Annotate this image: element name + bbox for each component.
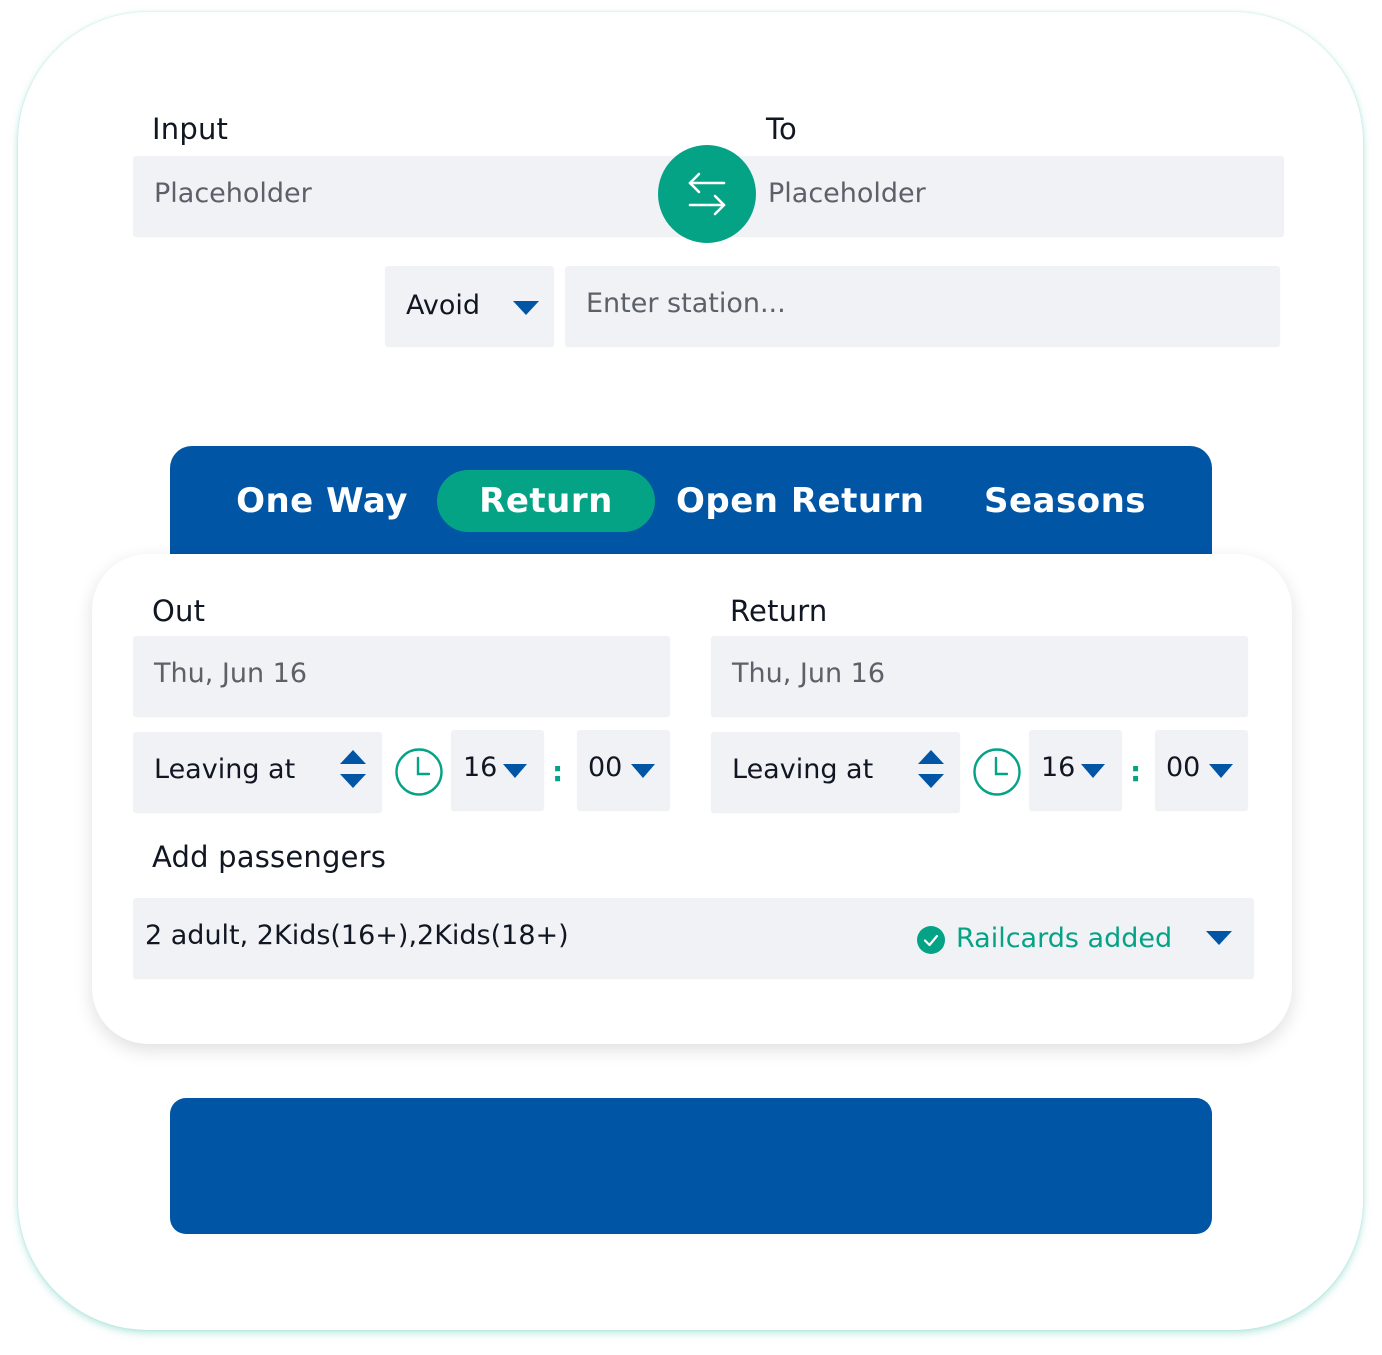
out-date-field[interactable]: Thu, Jun 16 xyxy=(133,636,670,716)
return-label: Return xyxy=(730,594,828,628)
tab-open-return[interactable]: Open Return xyxy=(676,470,924,532)
chevron-down-icon xyxy=(503,764,527,778)
out-minute: 00 xyxy=(588,752,623,783)
from-field[interactable]: Placeholder xyxy=(133,156,693,236)
station-placeholder: Enter station... xyxy=(586,288,786,319)
to-field[interactable]: Placeholder xyxy=(720,156,1284,236)
return-minute: 00 xyxy=(1166,752,1201,783)
chevron-down-icon xyxy=(1209,764,1233,778)
railcards-status: Railcards added xyxy=(956,923,1173,954)
chevron-down-icon xyxy=(1081,764,1105,778)
out-date: Thu, Jun 16 xyxy=(154,658,308,689)
avoid-label: Avoid xyxy=(406,290,481,321)
return-date-field[interactable]: Thu, Jun 16 xyxy=(711,636,1248,716)
return-hour-dropdown[interactable]: 16 xyxy=(1029,730,1122,810)
out-hour: 16 xyxy=(463,752,498,783)
swap-arrows-icon xyxy=(688,172,726,216)
from-placeholder: Placeholder xyxy=(154,178,312,209)
return-time-mode-select[interactable]: Leaving at xyxy=(711,732,960,812)
chevron-down-icon xyxy=(513,301,539,315)
passengers-summary: 2 adult, 2Kids(16+),2Kids(18+) xyxy=(145,920,569,951)
to-placeholder: Placeholder xyxy=(768,178,926,209)
journey-details-card: Out Thu, Jun 16 Leaving at 16 : 00 Retur… xyxy=(92,554,1292,1044)
to-label: To xyxy=(766,112,797,146)
chevron-down-icon xyxy=(1206,931,1232,945)
tab-one-way[interactable]: One Way xyxy=(232,470,412,532)
out-time-mode: Leaving at xyxy=(154,754,296,785)
return-hour: 16 xyxy=(1041,752,1076,783)
time-separator: : xyxy=(1130,755,1142,788)
passengers-dropdown[interactable]: 2 adult, 2Kids(16+),2Kids(18+) Railcards… xyxy=(133,898,1254,978)
avoid-station-input[interactable]: Enter station... xyxy=(565,266,1280,346)
search-button[interactable] xyxy=(170,1098,1212,1234)
out-label: Out xyxy=(152,594,206,628)
up-down-stepper-icon[interactable] xyxy=(340,750,366,790)
swap-stations-button[interactable] xyxy=(658,145,756,243)
out-minute-dropdown[interactable]: 00 xyxy=(577,730,670,810)
passengers-label: Add passengers xyxy=(152,840,387,874)
check-circle-icon xyxy=(917,926,945,954)
return-minute-dropdown[interactable]: 00 xyxy=(1155,730,1248,810)
chevron-down-icon xyxy=(631,764,655,778)
from-label: Input xyxy=(152,112,229,146)
up-down-stepper-icon[interactable] xyxy=(918,750,944,790)
return-date: Thu, Jun 16 xyxy=(732,658,886,689)
avoid-dropdown[interactable]: Avoid xyxy=(385,266,554,346)
tab-return[interactable]: Return xyxy=(437,470,655,532)
ticket-type-tabs: One Way Return Open Return Seasons xyxy=(170,446,1212,566)
clock-icon xyxy=(973,748,1021,796)
clock-icon xyxy=(395,748,443,796)
out-time-mode-select[interactable]: Leaving at xyxy=(133,732,382,812)
time-separator: : xyxy=(552,755,564,788)
tab-seasons[interactable]: Seasons xyxy=(984,470,1146,532)
out-hour-dropdown[interactable]: 16 xyxy=(451,730,544,810)
return-time-mode: Leaving at xyxy=(732,754,874,785)
